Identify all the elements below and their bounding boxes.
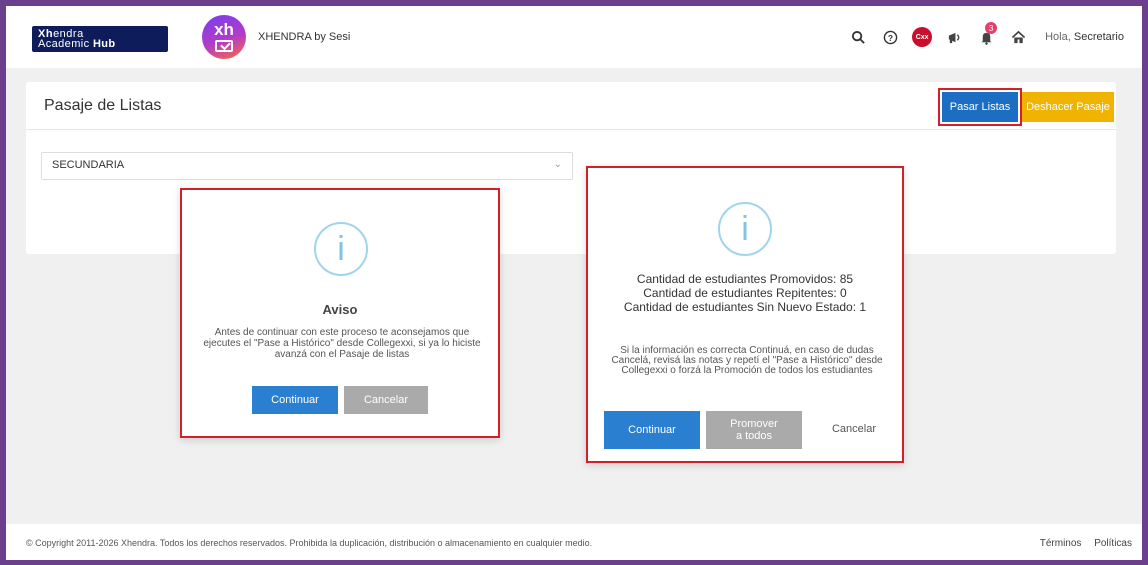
greeting-prefix: Hola, [1045,31,1074,43]
level-select-value: SECUNDARIA [52,159,125,171]
app-title: XHENDRA by Sesi [258,31,351,43]
chevron-down-icon: ⌄ [553,159,562,170]
xhendra-app-logo[interactable]: xh [202,15,246,59]
help-icon[interactable]: ? [879,26,901,48]
dialog-title: Aviso [322,302,358,317]
continue-button[interactable]: Continuar [252,386,338,414]
policies-link[interactable]: Políticas [1094,538,1132,549]
cancel-button[interactable]: Cancelar [814,423,894,435]
page-title: Pasaje de Listas [44,97,162,114]
level-select[interactable]: SECUNDARIA ⌄ [41,152,573,180]
dialog-message: Si la información es correcta Continuá, … [611,345,883,376]
info-icon: i [314,222,368,276]
copyright-text: © Copyright 2011-2026 Xhendra. Todos los… [26,538,593,548]
header-actions: ? Cxx 3 Hola, Secretario [837,22,1124,48]
stat-promovidos: Cantidad de estudiantes Promovidos: 85 [636,272,854,286]
megaphone-icon[interactable] [943,26,965,48]
footer-links: Términos Políticas [1030,538,1132,549]
logo-text-bold: Hub [92,38,116,50]
pasar-listas-button[interactable]: Pasar Listas [938,88,1022,126]
continue-button[interactable]: Continuar [604,411,700,449]
promover-label-2: a todos [735,430,773,442]
student-stats: Cantidad de estudiantes Promovidos: 85 C… [588,272,902,314]
page-footer: © Copyright 2011-2026 Xhendra. Todos los… [6,524,1142,560]
card-header: Pasaje de Listas Pasar Listas Deshacer P… [26,82,1116,130]
promover-label-1: Promover [730,418,778,430]
stat-repitentes: Cantidad de estudiantes Repitentes: 0 [643,286,847,300]
cxx-app-icon[interactable]: Cxx [911,26,933,48]
aviso-dialog: i Aviso Antes de continuar con este proc… [180,188,500,438]
search-icon[interactable] [847,26,869,48]
notification-count-badge: 3 [985,22,998,34]
xhendra-academic-hub-logo[interactable]: Xhendra Academic Hub [32,26,168,52]
info-icon: i [718,202,772,256]
home-icon[interactable] [1007,26,1029,48]
svg-text:?: ? [888,32,893,42]
bell-icon[interactable]: 3 [975,22,998,48]
check-icon [215,40,233,52]
stat-sin-estado: Cantidad de estudiantes Sin Nuevo Estado… [623,300,867,314]
user-name: Secretario [1073,31,1124,43]
user-greeting[interactable]: Hola, Secretario [1045,31,1124,43]
top-navbar: Xhendra Academic Hub xh XHENDRA by Sesi … [6,6,1142,68]
logo-text: Academic [38,38,93,50]
cancel-button[interactable]: Cancelar [344,386,428,414]
app-frame: Xhendra Academic Hub xh XHENDRA by Sesi … [6,6,1142,560]
confirm-pasaje-dialog: i Cantidad de estudiantes Promovidos: 85… [586,166,904,463]
app-logo-text: xh [214,20,234,39]
deshacer-pasaje-button[interactable]: Deshacer Pasaje [1022,92,1114,122]
promover-todos-button[interactable]: Promover a todos [706,411,802,449]
terms-link[interactable]: Términos [1040,538,1082,549]
cxx-badge: Cxx [912,27,933,47]
dialog-message: Antes de continuar con este proceso te a… [203,327,481,360]
